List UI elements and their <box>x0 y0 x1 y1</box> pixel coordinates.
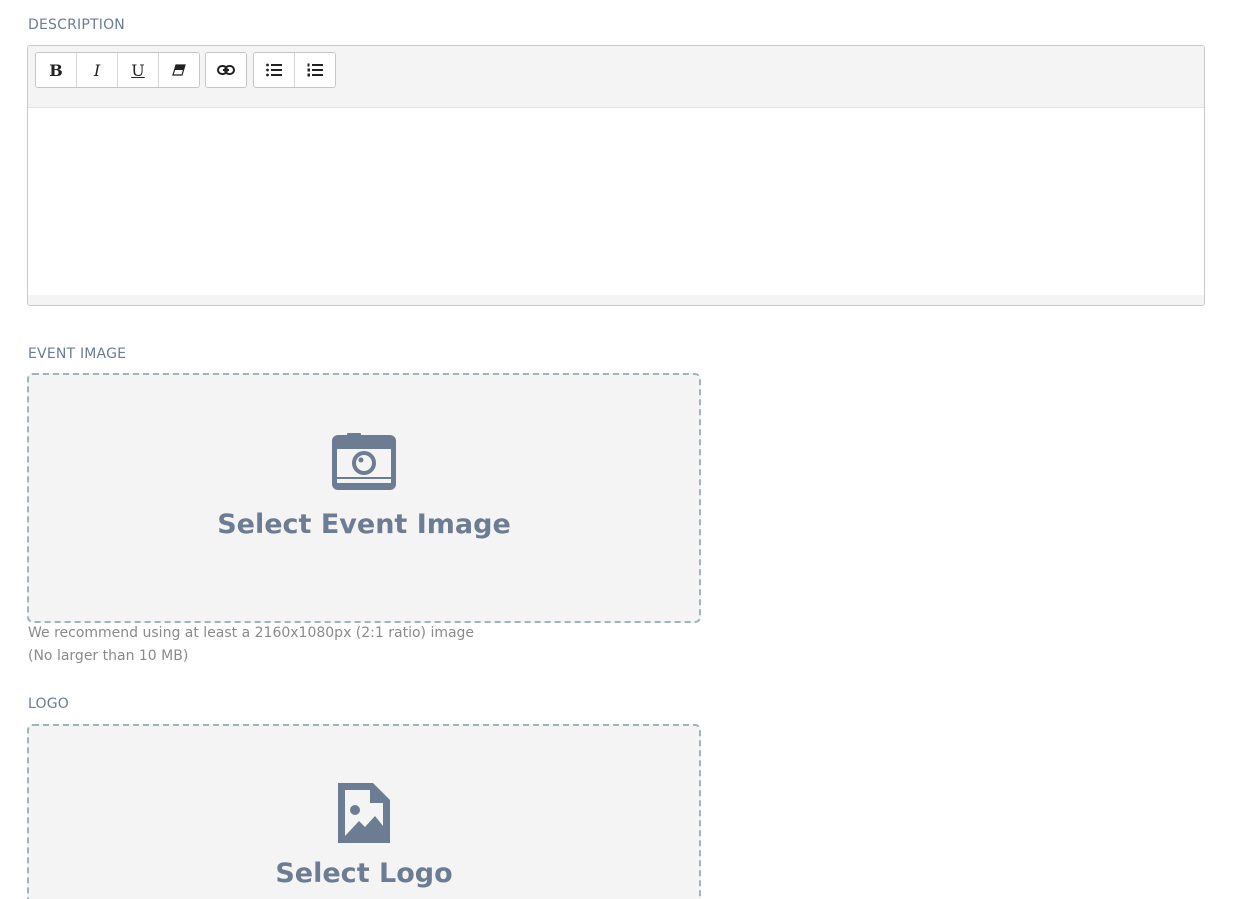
bold-button[interactable]: B <box>36 53 77 87</box>
unordered-list-icon <box>266 63 282 77</box>
editor-resize-bar[interactable] <box>28 295 1204 305</box>
event-image-hint-line2: (No larger than 10 MB) <box>28 648 189 664</box>
camera-icon <box>331 433 397 496</box>
ordered-list-button[interactable] <box>295 53 335 87</box>
description-textarea[interactable] <box>28 108 1204 295</box>
form-page: DESCRIPTION B I U EVENT IMAGE Select Eve… <box>0 0 1251 899</box>
eraser-icon <box>172 64 186 76</box>
clear-format-button[interactable] <box>159 53 199 87</box>
select-event-image-text: Select Event Image <box>217 509 511 540</box>
unordered-list-button[interactable] <box>254 53 295 87</box>
logo-dropzone[interactable]: Select Logo <box>27 724 701 899</box>
select-logo-text: Select Logo <box>275 858 453 889</box>
list-button-group <box>253 52 336 88</box>
editor-toolbar: B I U <box>28 46 1204 108</box>
link-icon <box>217 64 235 76</box>
event-image-label: EVENT IMAGE <box>28 346 127 362</box>
event-image-dropzone[interactable]: Select Event Image <box>27 373 701 623</box>
link-button-group <box>205 52 247 88</box>
underline-button[interactable]: U <box>118 53 159 87</box>
description-editor: B I U <box>27 45 1205 306</box>
event-image-hint-line1: We recommend using at least a 2160x1080p… <box>28 625 475 641</box>
logo-label: LOGO <box>28 696 69 712</box>
format-button-group: B I U <box>35 52 200 88</box>
event-image-hint: We recommend using at least a 2160x1080p… <box>28 622 474 668</box>
description-label: DESCRIPTION <box>28 17 125 33</box>
resize-grip-icon[interactable] <box>604 298 628 304</box>
image-file-icon <box>335 780 393 851</box>
ordered-list-icon <box>307 63 323 77</box>
link-button[interactable] <box>206 53 246 87</box>
italic-button[interactable]: I <box>77 53 118 87</box>
